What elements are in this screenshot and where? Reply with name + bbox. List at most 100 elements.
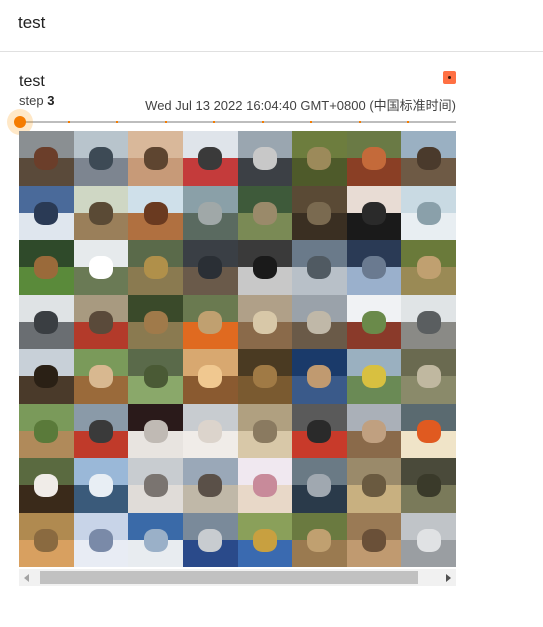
image-tile	[292, 458, 347, 513]
slider-track[interactable]	[19, 121, 456, 123]
image-tile	[292, 512, 347, 567]
page-title: test	[18, 13, 46, 32]
tile-region	[252, 256, 277, 280]
image-tile	[19, 458, 74, 513]
tile-region	[143, 201, 168, 225]
image-tile	[346, 512, 402, 567]
image-tile	[128, 294, 183, 349]
tile-region	[416, 365, 441, 389]
image-tile	[346, 349, 402, 404]
tile-region	[88, 365, 113, 389]
image-tile	[73, 403, 129, 458]
image-tile	[19, 512, 74, 567]
tile-region	[252, 310, 277, 334]
tile-region	[416, 528, 441, 552]
image-tile	[292, 403, 347, 458]
tile-region	[362, 365, 387, 389]
tile-region	[88, 147, 113, 171]
tile-region	[198, 365, 223, 389]
image-tile	[401, 240, 456, 295]
tile-region	[88, 201, 113, 225]
image-tile	[182, 458, 238, 513]
image-tile	[237, 131, 293, 186]
tile-region	[252, 147, 277, 171]
tile-region	[416, 310, 441, 334]
tile-region	[88, 528, 113, 552]
image-tile	[237, 458, 293, 513]
tile-region	[88, 256, 113, 280]
app-header: test	[0, 0, 543, 52]
card-title: test	[19, 73, 45, 90]
image-tile	[19, 240, 74, 295]
image-tile	[346, 294, 402, 349]
slider-tick	[359, 121, 361, 123]
expand-icon[interactable]	[443, 71, 456, 84]
slider-tick	[310, 121, 312, 123]
image-tile	[73, 131, 129, 186]
image-tile	[128, 240, 183, 295]
image-tile	[182, 185, 238, 240]
tile-region	[307, 419, 332, 443]
chevron-right-icon[interactable]	[439, 569, 456, 586]
tile-region	[252, 474, 277, 498]
tile-region	[416, 474, 441, 498]
image-tile	[401, 403, 456, 458]
image-tile	[346, 458, 402, 513]
tile-region	[307, 310, 332, 334]
tile-region	[34, 419, 59, 443]
image-tile	[73, 458, 129, 513]
tile-region	[34, 256, 59, 280]
tile-region	[88, 419, 113, 443]
tile-region	[362, 256, 387, 280]
slider-tick	[213, 121, 215, 123]
image-tile	[19, 403, 74, 458]
tile-region	[143, 147, 168, 171]
tile-region	[34, 147, 59, 171]
tile-region	[362, 147, 387, 171]
tile-region	[34, 201, 59, 225]
image-tile	[346, 131, 402, 186]
image-tile	[73, 349, 129, 404]
tile-region	[252, 528, 277, 552]
image-tile	[128, 512, 183, 567]
image-tile	[237, 349, 293, 404]
image-tile	[19, 349, 74, 404]
horizontal-scrollbar[interactable]	[19, 569, 456, 586]
image-tile	[401, 458, 456, 513]
tile-region	[198, 256, 223, 280]
slider-tick	[116, 121, 118, 123]
image-tile	[182, 294, 238, 349]
slider-tick	[262, 121, 264, 123]
tile-region	[143, 528, 168, 552]
image-tile	[182, 240, 238, 295]
tile-region	[307, 528, 332, 552]
image-tile	[19, 294, 74, 349]
expand-dot	[448, 76, 451, 79]
tile-region	[143, 256, 168, 280]
scrollbar-thumb[interactable]	[40, 571, 418, 584]
image-tile	[401, 131, 456, 186]
image-tile	[401, 185, 456, 240]
tile-region	[198, 147, 223, 171]
tile-region	[34, 528, 59, 552]
chevron-left-icon[interactable]	[19, 569, 36, 586]
step-slider[interactable]	[7, 109, 456, 135]
tile-region	[362, 474, 387, 498]
slider-thumb[interactable]	[14, 116, 26, 128]
image-tile	[346, 185, 402, 240]
image-tile	[128, 349, 183, 404]
image-tile	[401, 349, 456, 404]
tile-region	[143, 365, 168, 389]
image-tile	[182, 131, 238, 186]
image-tile	[346, 403, 402, 458]
image-tile	[73, 294, 129, 349]
image-tile	[128, 131, 183, 186]
tile-region	[143, 474, 168, 498]
image-tile	[73, 240, 129, 295]
image-tile	[237, 403, 293, 458]
tile-region	[198, 528, 223, 552]
tile-region	[307, 201, 332, 225]
tile-region	[362, 419, 387, 443]
step-indicator: step 3	[19, 93, 54, 108]
tile-region	[416, 256, 441, 280]
